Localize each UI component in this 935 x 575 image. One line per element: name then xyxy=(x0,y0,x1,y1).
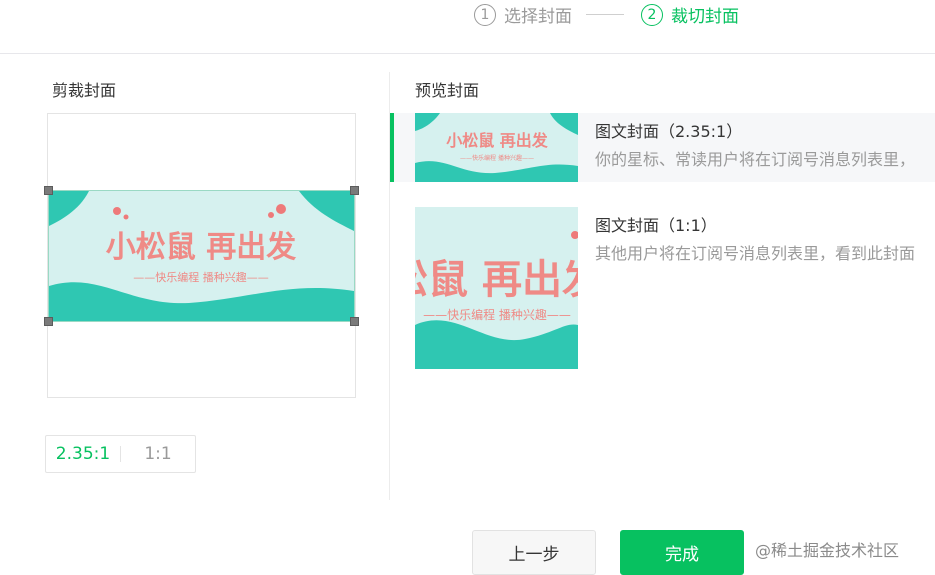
crop-selection-box[interactable]: 小松鼠 再出发 ——快乐编程 播种兴趣—— xyxy=(44,186,359,326)
step-connector xyxy=(586,14,624,15)
cover-image: 小松鼠 再出发 ——快乐编程 播种兴趣—— xyxy=(49,191,354,321)
preview-section-title: 预览封面 xyxy=(415,81,480,100)
crop-section-title: 剪裁封面 xyxy=(52,81,117,100)
cover-headline: 小松鼠 再出发 xyxy=(415,257,578,303)
step-number: 2 xyxy=(641,3,663,26)
cover-headline: 小松鼠 再出发 xyxy=(106,230,296,265)
preview-item-2-35-1[interactable]: 小松鼠 再出发 ——快乐编程 播种兴趣—— 图文封面（2.35:1） 你的星标、… xyxy=(390,113,935,182)
preview-item-desc: 其他用户将在订阅号消息列表里，看到此封面 xyxy=(595,244,916,263)
preview-thumbnail: 小松鼠 再出发 ——快乐编程 播种兴趣—— xyxy=(415,207,578,369)
cover-tagline: ——快乐编程 播种兴趣—— xyxy=(133,270,269,284)
crop-handle-top-right[interactable] xyxy=(350,186,359,195)
ratio-switch: 2.35:1 1:1 xyxy=(45,435,196,473)
ratio-option-1-1[interactable]: 1:1 xyxy=(121,444,195,464)
crop-canvas[interactable]: 小松鼠 再出发 ——快乐编程 播种兴趣—— xyxy=(44,113,359,398)
preview-item-1-1[interactable]: 小松鼠 再出发 ——快乐编程 播种兴趣—— 图文封面（1:1） 其他用户将在订阅… xyxy=(390,207,935,369)
cover-image: 小松鼠 再出发 ——快乐编程 播种兴趣—— xyxy=(415,207,578,369)
cover-image: 小松鼠 再出发 ——快乐编程 播种兴趣—— xyxy=(415,113,578,182)
prev-step-button[interactable]: 上一步 xyxy=(472,530,596,575)
preview-item-desc: 你的星标、常读用户将在订阅号消息列表里， xyxy=(595,150,916,169)
crop-handle-bottom-left[interactable] xyxy=(44,317,53,326)
cover-tagline: ——快乐编程 播种兴趣—— xyxy=(423,307,571,322)
preview-item-title: 图文封面（2.35:1） xyxy=(595,122,743,141)
step-label: 裁切封面 xyxy=(671,7,739,27)
step-label: 选择封面 xyxy=(504,7,572,27)
cover-headline: 小松鼠 再出发 xyxy=(446,131,549,150)
step-select-cover[interactable]: 1 选择封面 xyxy=(474,2,572,27)
crop-handle-top-left[interactable] xyxy=(44,186,53,195)
preview-item-title: 图文封面（1:1） xyxy=(595,216,717,235)
done-button[interactable]: 完成 xyxy=(620,530,744,575)
step-number: 1 xyxy=(474,3,496,26)
preview-thumbnail: 小松鼠 再出发 ——快乐编程 播种兴趣—— xyxy=(415,113,578,182)
crop-handle-bottom-right[interactable] xyxy=(350,317,359,326)
ratio-option-2-35-1[interactable]: 2.35:1 xyxy=(46,444,120,464)
watermark: @稀土掘金技术社区 xyxy=(755,541,900,560)
steps-header: 1 选择封面 2 裁切封面 xyxy=(0,0,935,54)
step-crop-cover: 2 裁切封面 xyxy=(641,2,739,27)
cover-tagline: ——快乐编程 播种兴趣—— xyxy=(460,154,534,162)
